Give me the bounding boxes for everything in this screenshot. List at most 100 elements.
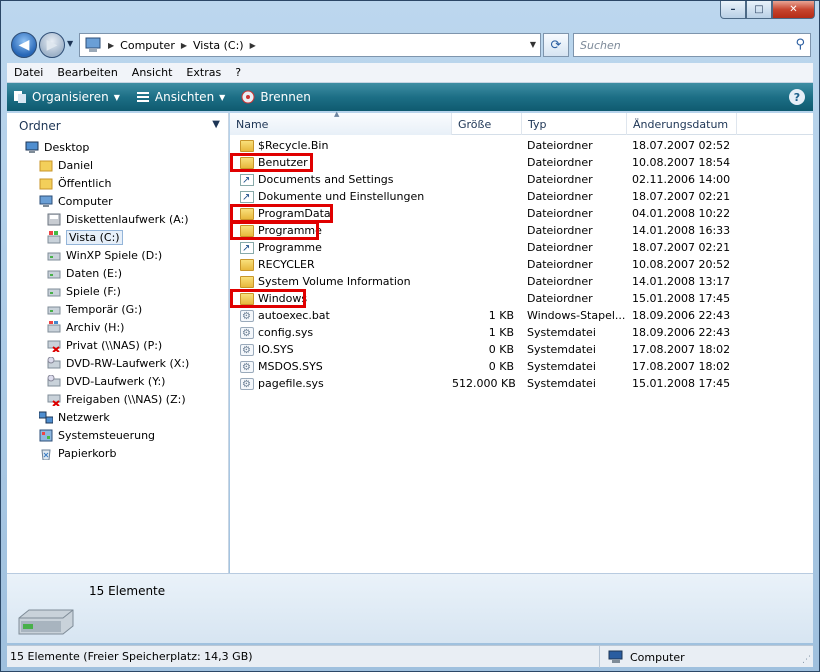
drive-icon	[47, 306, 61, 315]
tree-item[interactable]: Daniel	[39, 157, 93, 174]
resize-grip-icon[interactable]: ⋰	[802, 655, 811, 665]
cell-size: 1 KB	[488, 326, 514, 339]
computer-icon	[85, 37, 101, 52]
cell-type: Dateiordner	[527, 207, 593, 220]
folders-header-label: Ordner	[19, 119, 61, 133]
cell-date: 10.08.2007 20:52	[632, 258, 731, 271]
menu-bearbeiten[interactable]: Bearbeiten	[50, 66, 124, 79]
shortcut-folder-icon	[240, 240, 254, 257]
cell-name: Programme	[240, 239, 322, 257]
tree-item[interactable]: Netzwerk	[39, 409, 110, 426]
burn-button[interactable]: Brennen	[241, 90, 311, 104]
tree-item-label: Spiele (F:)	[66, 285, 121, 298]
search-icon[interactable]: ⚲	[795, 37, 805, 52]
tree-item[interactable]: Temporär (G:)	[47, 301, 142, 318]
help-button[interactable]: ?	[789, 89, 805, 105]
table-row[interactable]: autoexec.bat 1 KB Windows-Stapel... 18.09.2…	[230, 307, 813, 325]
column-header-size[interactable]: Größe	[452, 113, 522, 135]
column-header-type[interactable]: Typ	[522, 113, 627, 135]
table-row[interactable]: pagefile.sys 512.000 KB Systemdatei 15.01.2…	[230, 375, 813, 393]
table-row[interactable]: config.sys 1 KB Systemdatei 18.09.2006 22:4…	[230, 324, 813, 342]
table-row[interactable]: $Recycle.Bin Dateiordner 18.07.2007 02:52	[230, 137, 813, 154]
views-button[interactable]: Ansichten ▼	[136, 90, 225, 104]
floppy-icon	[47, 213, 61, 226]
breadcrumb-separator-icon[interactable]: ▶	[181, 41, 187, 50]
table-row[interactable]: MSDOS.SYS 0 KB Systemdatei 17.08.2007 18:02	[230, 358, 813, 376]
cell-type: Systemdatei	[527, 326, 596, 339]
cell-date: 18.09.2006 22:43	[632, 309, 731, 322]
table-row[interactable]: IO.SYS 0 KB Systemdatei 17.08.2007 18:02	[230, 341, 813, 359]
tree-item-label: Systemsteuerung	[58, 429, 156, 442]
search-box[interactable]: Suchen ⚲	[573, 33, 811, 57]
tree-item[interactable]: Papierkorb	[39, 445, 116, 462]
cell-date: 18.07.2007 02:21	[632, 241, 731, 254]
column-header-date[interactable]: Änderungsdatum	[627, 113, 737, 135]
tree-item[interactable]: Freigaben (\\NAS) (Z:)	[47, 391, 186, 408]
cell-type: Dateiordner	[527, 258, 593, 271]
address-dropdown-icon[interactable]: ▼	[530, 40, 536, 49]
cell-size	[452, 171, 514, 188]
menu-extras[interactable]: Extras	[179, 66, 228, 79]
breadcrumb-vista-c[interactable]: Vista (C:)	[193, 39, 244, 52]
table-row[interactable]: Programme Dateiordner 18.07.2007 02:21	[230, 239, 813, 257]
tree-item[interactable]: Diskettenlaufwerk (A:)	[47, 211, 189, 228]
folder-icon	[39, 160, 53, 172]
tree-item[interactable]: Desktop	[25, 139, 89, 156]
tree-item[interactable]: Computer	[39, 193, 113, 210]
table-row[interactable]: Benutzer Dateiordner 10.08.2007 18:54	[230, 154, 813, 171]
minimize-button[interactable]: –	[720, 1, 746, 19]
back-button[interactable]: ◀	[11, 32, 37, 58]
forward-button[interactable]: ▶	[39, 32, 65, 58]
tree-item-label: Vista (C:)	[66, 230, 123, 245]
system-file-icon	[240, 359, 254, 376]
column-header-size-label: Größe	[458, 117, 492, 131]
table-row[interactable]: RECYCLER Dateiordner 10.08.2007 20:52	[230, 256, 813, 273]
network-icon	[39, 411, 53, 424]
folder-icon	[240, 139, 254, 152]
menu-bar: Datei Bearbeiten Ansicht Extras ?	[7, 63, 813, 83]
details-pane: 15 Elemente	[7, 573, 813, 643]
cell-type: Systemdatei	[527, 343, 596, 356]
table-row[interactable]: Windows Dateiordner 15.01.2008 17:45	[230, 290, 813, 307]
table-row[interactable]: Dokumente und Einstellungen Dateiordner 18…	[230, 188, 813, 206]
folders-header[interactable]: Ordner ▼	[7, 113, 228, 139]
cell-date: 15.01.2008 17:45	[632, 377, 731, 390]
address-row: ◀ ▶ ▼ ▶ Computer ▶ Vista (C:) ▶ ▼ ⟳ Such…	[1, 29, 819, 61]
organize-button[interactable]: Organisieren ▼	[13, 90, 120, 104]
tree-item[interactable]: WinXP Spiele (D:)	[47, 247, 162, 264]
cell-date: 14.01.2008 16:33	[632, 224, 731, 237]
menu-datei[interactable]: Datei	[7, 66, 50, 79]
cell-date: 04.01.2008 10:22	[632, 207, 731, 220]
drive-icon	[47, 252, 61, 261]
tree-item-label: Daniel	[58, 159, 94, 172]
maximize-button[interactable]: □	[746, 1, 772, 19]
refresh-button[interactable]: ⟳	[543, 33, 569, 57]
recent-pages-dropdown[interactable]: ▼	[67, 39, 73, 48]
cell-name: autoexec.bat	[240, 307, 330, 325]
tree-item[interactable]: Archiv (H:)	[47, 319, 124, 336]
breadcrumb-separator-icon[interactable]: ▶	[250, 41, 256, 50]
search-input[interactable]: Suchen	[580, 39, 621, 52]
tree-item[interactable]: Öffentlich	[39, 175, 111, 192]
chevron-down-icon[interactable]: ▼	[212, 119, 220, 130]
tree-item[interactable]: Vista (C:)	[47, 229, 123, 246]
address-bar[interactable]: ▶ Computer ▶ Vista (C:) ▶ ▼	[79, 33, 541, 57]
table-row[interactable]: Documents and Settings Dateiordner 02.11.2…	[230, 171, 813, 189]
cell-name: config.sys	[240, 324, 313, 342]
title-bar[interactable]: – □ ✕	[1, 1, 819, 25]
tree-item[interactable]: Privat (\\NAS) (P:)	[47, 337, 162, 354]
breadcrumb-computer[interactable]: Computer	[120, 39, 175, 52]
tree-item[interactable]: DVD-Laufwerk (Y:)	[47, 373, 165, 390]
cell-size	[452, 290, 514, 307]
tree-item[interactable]: Daten (E:)	[47, 265, 122, 282]
close-button[interactable]: ✕	[772, 1, 815, 19]
tree-item[interactable]: DVD-RW-Laufwerk (X:)	[47, 355, 189, 372]
column-header-name[interactable]: ▲ Name	[230, 110, 452, 135]
tree-item[interactable]: Spiele (F:)	[47, 283, 121, 300]
breadcrumb-separator-icon[interactable]: ▶	[108, 41, 114, 50]
tree-item[interactable]: Systemsteuerung	[39, 427, 155, 444]
dvd-drive-icon	[47, 375, 61, 387]
menu-ansicht[interactable]: Ansicht	[125, 66, 180, 79]
table-row[interactable]: System Volume Information Dateiordner 14.0…	[230, 273, 813, 290]
menu-help[interactable]: ?	[228, 66, 248, 79]
